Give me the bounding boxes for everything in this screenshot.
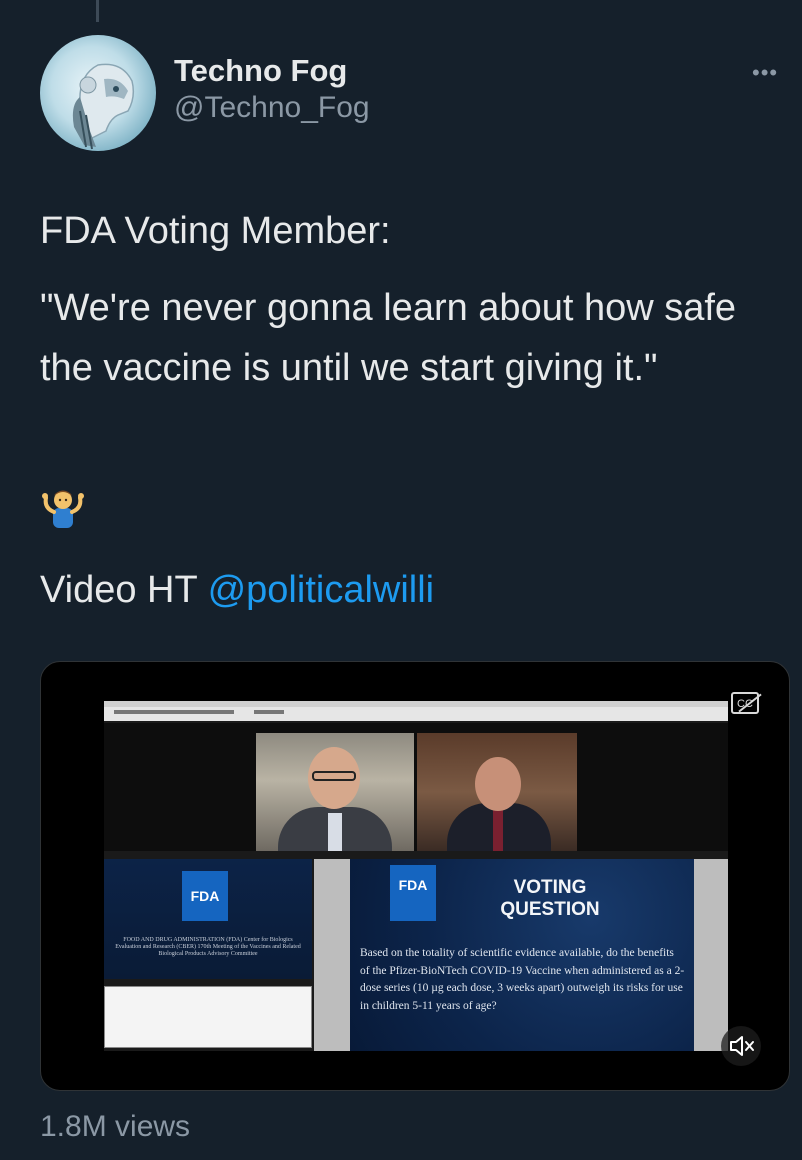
robot-avatar-icon [72, 63, 135, 150]
voting-question-slide: FDA VOTING QUESTION Based on the totalit… [350, 859, 694, 1051]
fda-logo: FDA [182, 871, 228, 921]
agency-text: FOOD AND DRUG ADMINISTRATION (FDA) Cente… [115, 937, 301, 957]
shrug-person-emoji-icon [40, 488, 86, 533]
tweet-video-credit: Video HT @politicalwilli [40, 560, 790, 620]
avatar[interactable] [40, 35, 156, 151]
slide-margin-right [694, 859, 728, 1051]
slide-title: VOTING QUESTION [500, 877, 600, 920]
speaker-muted-icon [730, 1036, 754, 1056]
video-frame[interactable]: FDA FOOD AND DRUG ADMINISTRATION (FDA) C… [104, 701, 728, 1051]
slide-question: Based on the totality of scientific evid… [360, 947, 685, 1012]
author-handle[interactable]: @Techno_Fog [174, 90, 370, 126]
chat-panel [104, 986, 312, 1048]
author-name[interactable]: Techno Fog [174, 52, 370, 90]
tweet-text-quote: "We're never gonna learn about how safe … [40, 287, 737, 389]
thread-connector-line [96, 0, 99, 22]
meeting-app-toolbar [104, 701, 728, 721]
view-count: 1.8M views [40, 1110, 191, 1143]
fda-title-panel: FDA FOOD AND DRUG ADMINISTRATION (FDA) C… [104, 859, 312, 979]
author-block[interactable]: Techno Fog @Techno_Fog [174, 52, 370, 126]
mute-button[interactable] [721, 1026, 761, 1066]
closed-captions-off-icon[interactable]: CC [731, 692, 759, 714]
participant-video-1 [256, 733, 414, 851]
participant-video-2 [417, 733, 577, 851]
slide-margin-left [314, 859, 350, 1051]
more-options-icon[interactable]: ••• [752, 60, 778, 86]
participant-video-area [104, 723, 728, 851]
video-player[interactable]: FDA FOOD AND DRUG ADMINISTRATION (FDA) C… [40, 661, 790, 1091]
tweet-text-intro: FDA Voting Member: [40, 210, 391, 252]
fda-logo-slide: FDA [390, 865, 436, 921]
mention-link[interactable]: @politicalwilli [208, 569, 435, 611]
video-credit-prefix: Video HT [40, 569, 208, 611]
